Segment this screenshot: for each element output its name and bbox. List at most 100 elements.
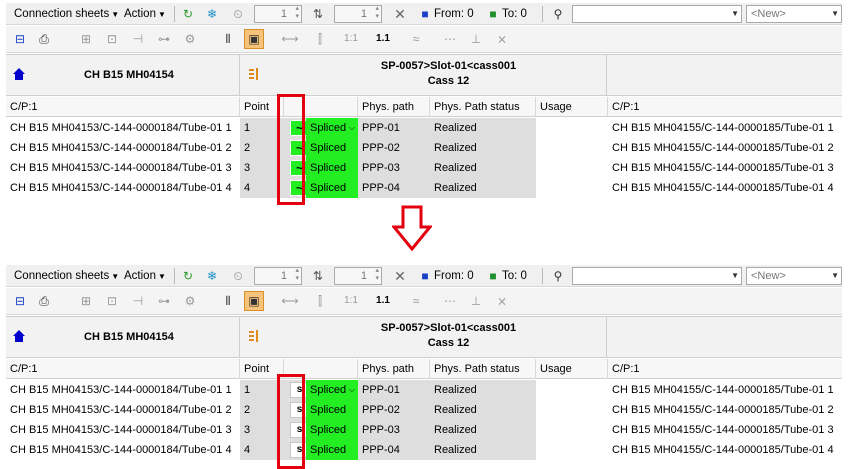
col-cp-right[interactable]: C/P:1	[608, 97, 842, 117]
timer-icon[interactable]: ⏲	[230, 267, 246, 285]
col-phys-path-status[interactable]: Phys. Path status	[430, 359, 536, 379]
filter-combobox[interactable]: ▼	[572, 5, 742, 23]
status-cell[interactable]: Spliced	[306, 158, 358, 178]
from-counter[interactable]: From: 0	[434, 267, 474, 285]
down-icon[interactable]: ⊥	[468, 30, 484, 48]
cp-right-cell[interactable]: CH B15 MH04155/C-144-0000185/Tube-01 2	[608, 138, 842, 158]
cp-right-cell[interactable]: CH B15 MH04155/C-144-0000185/Tube-01 3	[608, 158, 842, 178]
phys-path-status-cell[interactable]: Realized	[430, 178, 536, 198]
cp-left-cell[interactable]: CH B15 MH04153/C-144-0000184/Tube-01 3	[6, 420, 240, 440]
spin-input-1[interactable]: 1	[254, 5, 302, 23]
cp-left-cell[interactable]: CH B15 MH04153/C-144-0000184/Tube-01 4	[6, 178, 240, 198]
search-key-icon[interactable]: ⚲	[550, 267, 566, 285]
phys-path-status-cell[interactable]: Realized	[430, 400, 536, 420]
close-icon[interactable]: ✕	[392, 5, 408, 23]
status-cell[interactable]: Spliced	[306, 178, 358, 198]
to-counter[interactable]: To: 0	[502, 5, 527, 23]
center-icon[interactable]: ⊣	[130, 30, 146, 48]
table-row[interactable]: CH B15 MH04153/C-144-0000184/Tube-01 44s…	[6, 440, 842, 460]
connection-sheets-menu[interactable]: Connection sheets ▼	[14, 5, 119, 23]
connection-sheets-menu[interactable]: Connection sheets ▼	[14, 267, 119, 285]
to-counter[interactable]: To: 0	[502, 267, 527, 285]
layout-toggle-icon[interactable]: ▣	[244, 291, 264, 311]
align-left-icon[interactable]: ⊞	[78, 292, 94, 310]
width-icon[interactable]: ⟷	[278, 292, 302, 310]
phys-path-cell[interactable]: PPP-02	[358, 400, 430, 420]
col-phys-path[interactable]: Phys. path	[358, 97, 430, 117]
align-right-icon[interactable]: ⊡	[104, 30, 120, 48]
cp-left-cell[interactable]: CH B15 MH04153/C-144-0000184/Tube-01 1	[6, 380, 240, 400]
phys-path-status-cell[interactable]: Realized	[430, 440, 536, 460]
ratio-icon[interactable]: 1:1	[338, 292, 364, 310]
chevron-down-icon[interactable]: ⌵	[349, 118, 355, 138]
phys-path-status-cell[interactable]: Realized	[430, 118, 536, 138]
center-icon[interactable]: ⊣	[130, 292, 146, 310]
cp-right-cell[interactable]: CH B15 MH04155/C-144-0000185/Tube-01 4	[608, 178, 842, 198]
distribute-icon[interactable]: ⊶	[156, 30, 172, 48]
swap-vertical-icon[interactable]: ⇅	[310, 267, 326, 285]
usage-cell[interactable]	[536, 138, 608, 158]
connect-icon[interactable]: ⊟	[12, 292, 28, 310]
new-combobox[interactable]: <New> ▼	[746, 267, 842, 285]
phys-path-status-cell[interactable]: Realized	[430, 380, 536, 400]
column-icon[interactable]: ⫴	[220, 292, 236, 310]
status-cell[interactable]: Spliced	[306, 400, 358, 420]
down-icon[interactable]: ⊥	[468, 292, 484, 310]
spin-input-2[interactable]: 1	[334, 5, 382, 23]
tool-icon[interactable]: ⚙	[182, 30, 198, 48]
spin-input-2[interactable]: 1	[334, 267, 382, 285]
status-cell[interactable]: Spliced	[306, 138, 358, 158]
wave-icon[interactable]: ≈	[404, 292, 428, 310]
phys-path-cell[interactable]: PPP-01	[358, 118, 430, 138]
usage-cell[interactable]	[536, 118, 608, 138]
col-usage[interactable]: Usage	[536, 359, 608, 379]
table-row[interactable]: CH B15 MH04153/C-144-0000184/Tube-01 2 2 ~…	[6, 138, 842, 158]
cp-right-cell[interactable]: CH B15 MH04155/C-144-0000185/Tube-01 1	[608, 380, 842, 400]
phys-path-cell[interactable]: PPP-04	[358, 440, 430, 460]
table-row[interactable]: CH B15 MH04153/C-144-0000184/Tube-01 33s…	[6, 420, 842, 440]
filter-combobox[interactable]: ▼	[572, 267, 742, 285]
remove-icon[interactable]: ⨯	[494, 30, 510, 48]
width-icon[interactable]: ⟷	[278, 30, 302, 48]
table-row[interactable]: CH B15 MH04153/C-144-0000184/Tube-01 11s…	[6, 380, 842, 400]
dots-icon[interactable]: ⋯	[442, 292, 458, 310]
col-phys-path-status[interactable]: Phys. Path status	[430, 97, 536, 117]
refresh-icon[interactable]: ↻	[180, 267, 196, 285]
split-icon[interactable]: ⫿	[312, 30, 328, 48]
distribute-icon[interactable]: ⊶	[156, 292, 172, 310]
new-combobox[interactable]: <New> ▼	[746, 5, 842, 23]
timer-icon[interactable]: ⏲	[230, 5, 246, 23]
usage-cell[interactable]	[536, 400, 608, 420]
usage-cell[interactable]	[536, 380, 608, 400]
print-icon[interactable]: ⎙	[36, 30, 52, 48]
action-menu[interactable]: Action ▼	[124, 267, 166, 285]
align-right-icon[interactable]: ⊡	[104, 292, 120, 310]
dots-icon[interactable]: ⋯	[442, 30, 458, 48]
usage-cell[interactable]	[536, 420, 608, 440]
swap-vertical-icon[interactable]: ⇅	[310, 5, 326, 23]
status-cell[interactable]: Spliced	[306, 440, 358, 460]
usage-cell[interactable]	[536, 440, 608, 460]
cp-left-cell[interactable]: CH B15 MH04153/C-144-0000184/Tube-01 4	[6, 440, 240, 460]
status-cell[interactable]: Spliced ⌵	[306, 380, 358, 400]
split-icon[interactable]: ⫿	[312, 292, 328, 310]
table-row[interactable]: CH B15 MH04153/C-144-0000184/Tube-01 22s…	[6, 400, 842, 420]
tool-icon[interactable]: ⚙	[182, 292, 198, 310]
snowflake-icon[interactable]: ❄	[204, 5, 220, 23]
home-icon[interactable]	[12, 67, 26, 81]
phys-path-cell[interactable]: PPP-02	[358, 138, 430, 158]
one-one-icon[interactable]: 1.1	[374, 30, 392, 48]
col-usage[interactable]: Usage	[536, 97, 608, 117]
remove-icon[interactable]: ⨯	[494, 292, 510, 310]
chevron-down-icon[interactable]: ⌵	[349, 380, 355, 400]
status-cell[interactable]: Spliced ⌵	[306, 118, 358, 138]
print-icon[interactable]: ⎙	[36, 292, 52, 310]
table-row[interactable]: CH B15 MH04153/C-144-0000184/Tube-01 1 1 ~…	[6, 118, 842, 138]
col-cp-left[interactable]: C/P:1	[6, 97, 240, 117]
connect-icon[interactable]: ⊟	[12, 30, 28, 48]
snowflake-icon[interactable]: ❄	[204, 267, 220, 285]
close-icon[interactable]: ✕	[392, 267, 408, 285]
phys-path-cell[interactable]: PPP-01	[358, 380, 430, 400]
phys-path-cell[interactable]: PPP-03	[358, 158, 430, 178]
one-one-icon[interactable]: 1.1	[374, 292, 392, 310]
